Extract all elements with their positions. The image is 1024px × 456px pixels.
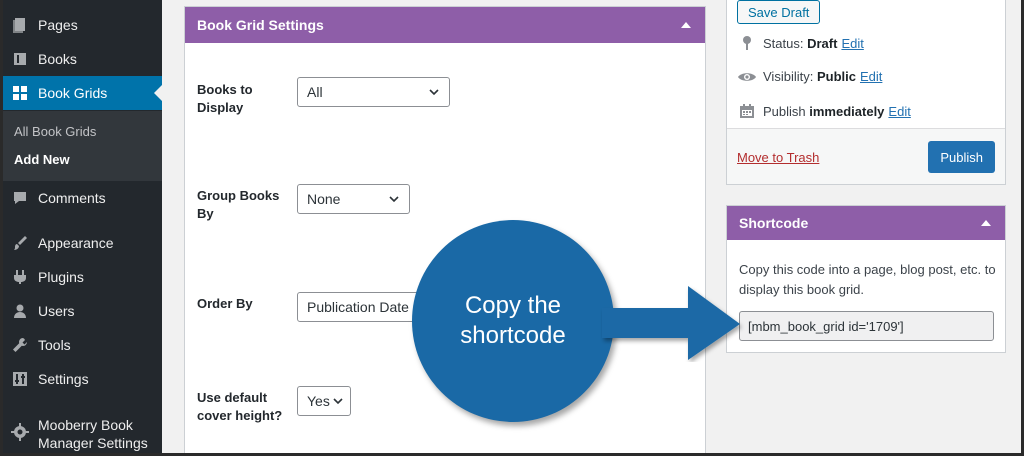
calendar-icon <box>737 103 757 119</box>
gear-icon <box>10 422 30 442</box>
post-status-row: Status: Draft Edit <box>737 35 864 51</box>
sidebar-item-pages[interactable]: Pages <box>0 8 162 42</box>
tools-icon <box>10 335 30 355</box>
publish-button[interactable]: Publish <box>928 141 995 173</box>
callout-bubble: Copy the shortcode <box>412 220 614 422</box>
users-icon <box>10 301 30 321</box>
shortcode-description: Copy this code into a page, blog post, e… <box>739 262 996 297</box>
edit-status-link[interactable]: Edit <box>841 36 863 51</box>
sidebar-item-tools[interactable]: Tools <box>0 328 162 362</box>
chevron-down-icon <box>389 196 399 203</box>
books-to-display-select[interactable]: All <box>297 77 450 107</box>
group-books-by-select[interactable]: None <box>297 184 410 214</box>
submenu-add-new[interactable]: Add New <box>14 152 70 167</box>
pages-icon <box>10 15 30 35</box>
visibility-value: Public <box>816 69 856 84</box>
order-by-label: Order By <box>197 296 253 311</box>
publish-time-row: Publish immediately Edit <box>737 103 911 119</box>
group-books-by-label: Group Books By <box>197 188 280 221</box>
settings-icon <box>10 369 30 389</box>
sidebar-item-label: Books <box>38 51 77 67</box>
sidebar-item-label: Appearance <box>38 235 114 251</box>
status-value: Draft <box>807 35 838 51</box>
admin-sidebar: Pages Books Book Grids All Book Grids Ad… <box>0 0 162 456</box>
move-to-trash-link[interactable]: Move to Trash <box>737 150 819 165</box>
comments-icon <box>10 188 30 208</box>
pin-icon <box>737 35 757 51</box>
book-grid-settings-header[interactable]: Book Grid Settings <box>185 7 705 43</box>
book-grids-submenu: All Book Grids Add New <box>0 111 162 181</box>
save-draft-button[interactable]: Save Draft <box>737 0 821 24</box>
submenu-all-book-grids[interactable]: All Book Grids <box>14 124 96 139</box>
callout-text: Copy the shortcode <box>460 292 566 349</box>
shortcode-field[interactable]: [mbm_book_grid id='1709'] <box>739 311 994 341</box>
collapse-caret-icon[interactable] <box>981 220 991 226</box>
sidebar-item-settings[interactable]: Settings <box>0 362 162 396</box>
books-to-display-label: Books to Display <box>197 82 253 115</box>
sidebar-item-book-grids[interactable]: Book Grids <box>0 76 162 110</box>
use-default-cover-height-select[interactable]: Yes <box>297 386 351 416</box>
shortcode-header[interactable]: Shortcode <box>727 206 1005 240</box>
sidebar-item-appearance[interactable]: Appearance <box>0 226 162 260</box>
publish-value: immediately <box>809 103 885 119</box>
collapse-caret-icon[interactable] <box>681 22 691 28</box>
sidebar-item-label: Book Grids <box>38 85 108 101</box>
edit-visibility-link[interactable]: Edit <box>860 69 882 84</box>
sidebar-item-label: Settings <box>38 371 89 387</box>
chevron-down-icon <box>429 89 439 96</box>
sidebar-item-users[interactable]: Users <box>0 294 162 328</box>
chevron-down-icon <box>333 398 343 405</box>
callout-arrow-icon <box>602 286 740 360</box>
sidebar-item-label: Plugins <box>38 269 84 285</box>
sidebar-item-label: Mooberry Book Manager Settings <box>38 417 148 451</box>
sidebar-item-plugins[interactable]: Plugins <box>0 260 162 294</box>
eye-icon <box>737 70 757 84</box>
visibility-label: Visibility: <box>763 69 814 84</box>
sidebar-item-label: Comments <box>38 190 106 206</box>
books-icon <box>10 49 30 69</box>
sidebar-item-label: Users <box>38 303 75 319</box>
sidebar-item-comments[interactable]: Comments <box>0 181 162 215</box>
use-default-cover-height-label: Use default cover height? <box>197 390 283 423</box>
publish-box: Save Draft Status: Draft Edit Visibility… <box>726 0 1006 185</box>
edit-publish-time-link[interactable]: Edit <box>888 104 910 119</box>
sidebar-item-books[interactable]: Books <box>0 42 162 76</box>
shortcode-title: Shortcode <box>739 215 809 231</box>
visibility-row: Visibility: Public Edit <box>737 69 882 84</box>
sidebar-item-mooberry-settings[interactable]: Mooberry Book Manager Settings <box>0 410 162 454</box>
status-label: Status: <box>763 35 804 51</box>
sidebar-item-label: Pages <box>38 17 78 33</box>
grid-icon <box>10 83 30 103</box>
publish-label: Publish <box>763 103 806 119</box>
publish-footer: Move to Trash Publish <box>727 128 1005 184</box>
appearance-icon <box>10 233 30 253</box>
sidebar-item-label: Tools <box>38 337 71 353</box>
shortcode-box: Shortcode Copy this code into a page, bl… <box>726 205 1006 353</box>
box-title: Book Grid Settings <box>197 17 324 33</box>
plugins-icon <box>10 267 30 287</box>
